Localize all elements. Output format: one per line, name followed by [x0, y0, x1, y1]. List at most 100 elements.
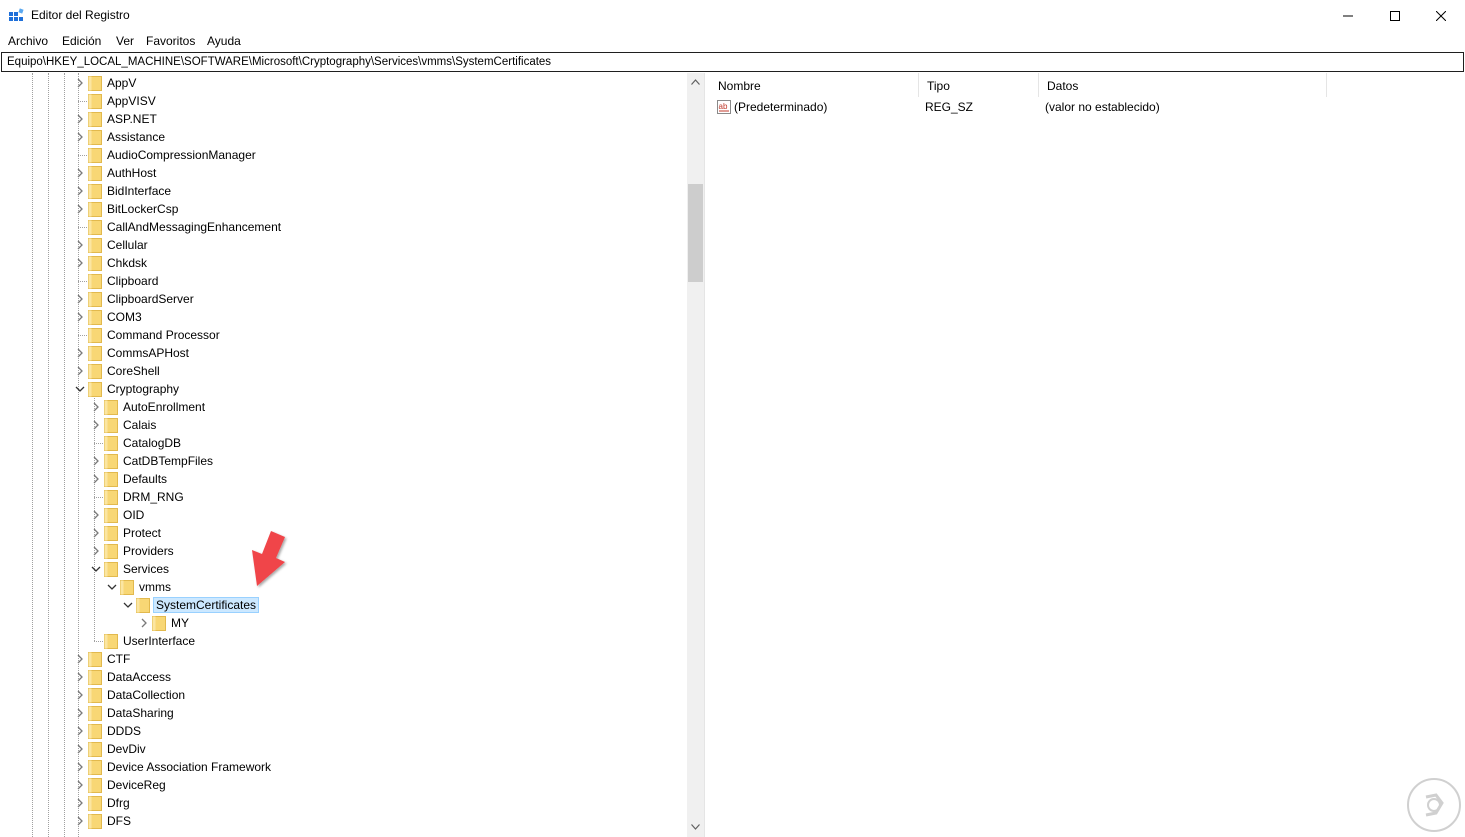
tree-node[interactable]: DFS: [1, 812, 687, 830]
tree-node[interactable]: UserInterface: [1, 632, 687, 650]
tree-node[interactable]: CatDBTempFiles: [1, 452, 687, 470]
chevron-right-icon[interactable]: [75, 258, 85, 268]
tree-node[interactable]: Defaults: [1, 470, 687, 488]
chevron-right-icon[interactable]: [75, 366, 85, 376]
tree-node[interactable]: DRM_RNG: [1, 488, 687, 506]
tree-node[interactable]: DevDiv: [1, 740, 687, 758]
chevron-right-icon[interactable]: [75, 726, 85, 736]
chevron-down-icon[interactable]: [91, 564, 101, 574]
tree-node[interactable]: MY: [1, 614, 687, 632]
chevron-right-icon[interactable]: [75, 114, 85, 124]
folder-icon: [88, 670, 102, 685]
tree-node[interactable]: AppVISV: [1, 92, 687, 110]
tree-node[interactable]: Protect: [1, 524, 687, 542]
tree-node[interactable]: Providers: [1, 542, 687, 560]
tree-node[interactable]: SystemCertificates: [1, 596, 687, 614]
tree-node[interactable]: Services: [1, 560, 687, 578]
chevron-right-icon[interactable]: [91, 402, 101, 412]
tree-node[interactable]: CoreShell: [1, 362, 687, 380]
tree-node[interactable]: COM3: [1, 308, 687, 326]
tree-guide-line: [78, 155, 87, 156]
tree-node[interactable]: BidInterface: [1, 182, 687, 200]
chevron-right-icon[interactable]: [75, 294, 85, 304]
tree-node[interactable]: OID: [1, 506, 687, 524]
tree-guide-line: [78, 281, 87, 282]
chevron-right-icon[interactable]: [75, 672, 85, 682]
tree-node[interactable]: AuthHost: [1, 164, 687, 182]
chevron-right-icon[interactable]: [75, 132, 85, 142]
chevron-right-icon[interactable]: [75, 798, 85, 808]
pane-splitter[interactable]: [704, 73, 709, 837]
tree-node[interactable]: CommsAPHost: [1, 344, 687, 362]
chevron-right-icon[interactable]: [75, 744, 85, 754]
tree-node[interactable]: Assistance: [1, 128, 687, 146]
scroll-down-button[interactable]: [687, 818, 704, 835]
menu-ver[interactable]: Ver: [116, 34, 134, 48]
maximize-button[interactable]: [1372, 0, 1418, 31]
chevron-right-icon[interactable]: [91, 456, 101, 466]
chevron-down-icon[interactable]: [75, 384, 85, 394]
chevron-right-icon[interactable]: [75, 780, 85, 790]
tree-node[interactable]: DeviceReg: [1, 776, 687, 794]
tree-node[interactable]: Dfrg: [1, 794, 687, 812]
address-bar[interactable]: Equipo\HKEY_LOCAL_MACHINE\SOFTWARE\Micro…: [1, 52, 1464, 72]
tree-node[interactable]: DataSharing: [1, 704, 687, 722]
tree-node[interactable]: AppV: [1, 74, 687, 92]
chevron-right-icon[interactable]: [75, 708, 85, 718]
chevron-right-icon[interactable]: [91, 546, 101, 556]
tree-node[interactable]: AudioCompressionManager: [1, 146, 687, 164]
chevron-right-icon[interactable]: [75, 168, 85, 178]
chevron-right-icon[interactable]: [75, 186, 85, 196]
tree-node[interactable]: DataCollection: [1, 686, 687, 704]
chevron-right-icon[interactable]: [91, 420, 101, 430]
column-header-datos[interactable]: Datos: [1039, 73, 1327, 97]
chevron-right-icon[interactable]: [75, 78, 85, 88]
chevron-right-icon[interactable]: [91, 510, 101, 520]
tree-node[interactable]: Calais: [1, 416, 687, 434]
folder-icon: [104, 562, 118, 577]
menu-favoritos[interactable]: Favoritos: [146, 34, 195, 48]
tree-node[interactable]: ASP.NET: [1, 110, 687, 128]
chevron-right-icon[interactable]: [75, 240, 85, 250]
values-list-pane[interactable]: Nombre Tipo Datos ab (Predeterminado) RE…: [710, 73, 1465, 837]
tree-node[interactable]: DDDS: [1, 722, 687, 740]
minimize-button[interactable]: [1325, 0, 1371, 31]
chevron-right-icon[interactable]: [75, 690, 85, 700]
chevron-right-icon[interactable]: [75, 762, 85, 772]
scroll-thumb[interactable]: [688, 184, 703, 282]
tree-node[interactable]: ClipboardServer: [1, 290, 687, 308]
tree-node[interactable]: Clipboard: [1, 272, 687, 290]
chevron-right-icon[interactable]: [91, 474, 101, 484]
tree-node[interactable]: DataAccess: [1, 668, 687, 686]
tree-vertical-scrollbar[interactable]: [687, 73, 704, 837]
column-header-nombre[interactable]: Nombre: [710, 73, 919, 97]
menu-ayuda[interactable]: Ayuda: [207, 34, 241, 48]
menu-edicion[interactable]: Edición: [62, 34, 101, 48]
menu-archivo[interactable]: Archivo: [8, 34, 48, 48]
tree-node[interactable]: BitLockerCsp: [1, 200, 687, 218]
chevron-right-icon[interactable]: [139, 618, 149, 628]
key-tree-pane[interactable]: AppV AppVISV ASP.NET Assistance AudioCompres…: [1, 73, 704, 837]
scroll-up-button[interactable]: [687, 73, 704, 90]
chevron-right-icon[interactable]: [75, 654, 85, 664]
tree-node[interactable]: Chkdsk: [1, 254, 687, 272]
chevron-down-icon[interactable]: [123, 600, 133, 610]
chevron-right-icon[interactable]: [75, 312, 85, 322]
tree-node[interactable]: CatalogDB: [1, 434, 687, 452]
chevron-right-icon[interactable]: [75, 816, 85, 826]
column-header-tipo[interactable]: Tipo: [919, 73, 1039, 97]
chevron-right-icon[interactable]: [75, 204, 85, 214]
value-name[interactable]: (Predeterminado): [734, 100, 827, 114]
chevron-right-icon[interactable]: [91, 528, 101, 538]
tree-node[interactable]: Cellular: [1, 236, 687, 254]
tree-node[interactable]: AutoEnrollment: [1, 398, 687, 416]
chevron-right-icon[interactable]: [75, 348, 85, 358]
close-button[interactable]: [1418, 0, 1464, 31]
tree-node[interactable]: Cryptography: [1, 380, 687, 398]
chevron-down-icon[interactable]: [107, 582, 117, 592]
tree-node[interactable]: CallAndMessagingEnhancement: [1, 218, 687, 236]
tree-node[interactable]: Device Association Framework: [1, 758, 687, 776]
tree-node[interactable]: Command Processor: [1, 326, 687, 344]
tree-node[interactable]: vmms: [1, 578, 687, 596]
tree-node[interactable]: CTF: [1, 650, 687, 668]
